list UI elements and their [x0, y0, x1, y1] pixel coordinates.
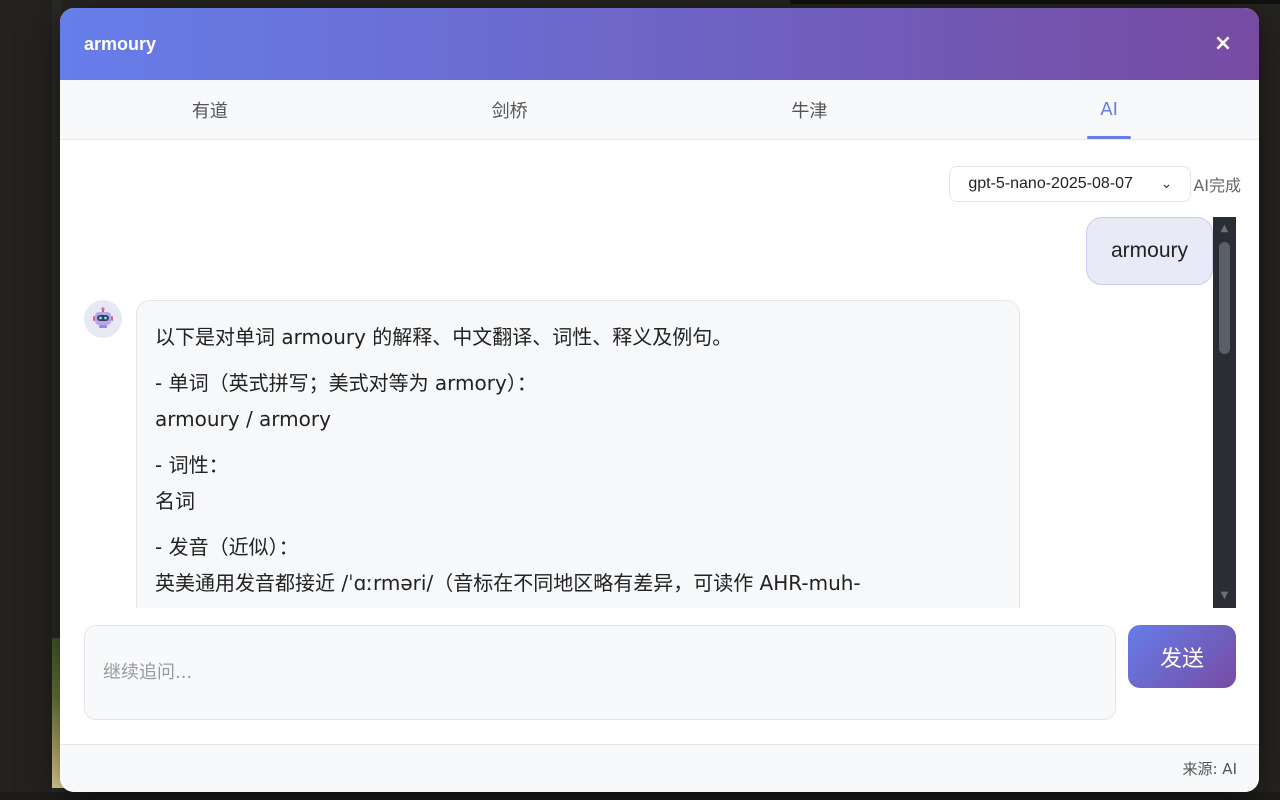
tab-youdao[interactable]: 有道 [60, 80, 360, 139]
follow-up-input[interactable] [84, 625, 1116, 720]
model-row: gpt-5-nano-2025-08-07 ⌄ AI完成 [949, 166, 1241, 202]
scroll-down-arrow-icon[interactable]: ▼ [1213, 586, 1236, 606]
modal-header: armoury × [60, 8, 1259, 80]
ai-paragraph: 以下是对单词 armoury 的解释、中文翻译、词性、释义及例句。 [155, 319, 1001, 355]
ai-line: - 发音（近似）： [155, 535, 299, 559]
tab-oxford[interactable]: 牛津 [660, 80, 960, 139]
ai-line: ree） [155, 601, 1001, 608]
scroll-thumb[interactable] [1219, 242, 1230, 354]
user-message-bubble: armoury [1086, 217, 1213, 285]
source-tabs: 有道 剑桥 牛津 AI [60, 80, 1259, 140]
ai-line: - 单词（英式拼写；美式对等为 armory）： [155, 371, 537, 395]
scroll-up-arrow-icon[interactable]: ▲ [1213, 219, 1236, 239]
ai-line: 名词 [155, 489, 195, 513]
ai-paragraph: - 词性： 名词 [155, 447, 1001, 519]
background-bottom [0, 792, 1280, 800]
ai-paragraph: - 单词（英式拼写；美式对等为 armory）： armoury / armory [155, 365, 1001, 437]
source-label: 来源: AI [1182, 760, 1237, 778]
ai-line: 以下是对单词 armoury 的解释、中文翻译、词性、释义及例句。 [155, 325, 733, 349]
model-select[interactable]: gpt-5-nano-2025-08-07 ⌄ [949, 166, 1192, 202]
dictionary-modal: armoury × 有道 剑桥 牛津 AI gpt-5-nano-2025-08… [60, 8, 1259, 792]
tab-cambridge[interactable]: 剑桥 [360, 80, 660, 139]
ai-line: armoury / armory [155, 407, 331, 431]
ai-message-bubble: 以下是对单词 armoury 的解释、中文翻译、词性、释义及例句。 - 单词（英式… [136, 300, 1020, 608]
ai-paragraph: - 发音（近似）： 英美通用发音都接近 /ˈɑːrməri/（音标在不同地区略有差… [155, 529, 1001, 608]
ai-line: - 词性： [155, 453, 229, 477]
ai-line: 英美通用发音都接近 /ˈɑːrməri/（音标在不同地区略有差异，可读作 AHR… [155, 571, 861, 595]
modal-title: armoury [84, 33, 157, 54]
close-button[interactable]: × [1211, 32, 1235, 56]
chat-scrollbar[interactable]: ▲ ▼ [1213, 217, 1236, 608]
background-topbar [790, 0, 1280, 4]
footer: 来源: AI [60, 744, 1259, 792]
tab-ai[interactable]: AI [959, 80, 1259, 139]
send-button[interactable]: 发送 [1128, 625, 1236, 688]
chat-area: gpt-5-nano-2025-08-07 ⌄ AI完成 armoury ▲ ▼ [60, 140, 1259, 608]
robot-avatar-icon [84, 300, 122, 338]
background-page [0, 0, 60, 800]
ai-status-text: AI完成 [1193, 176, 1241, 195]
model-select-value: gpt-5-nano-2025-08-07 [968, 175, 1133, 192]
chevron-down-icon: ⌄ [1160, 176, 1173, 192]
